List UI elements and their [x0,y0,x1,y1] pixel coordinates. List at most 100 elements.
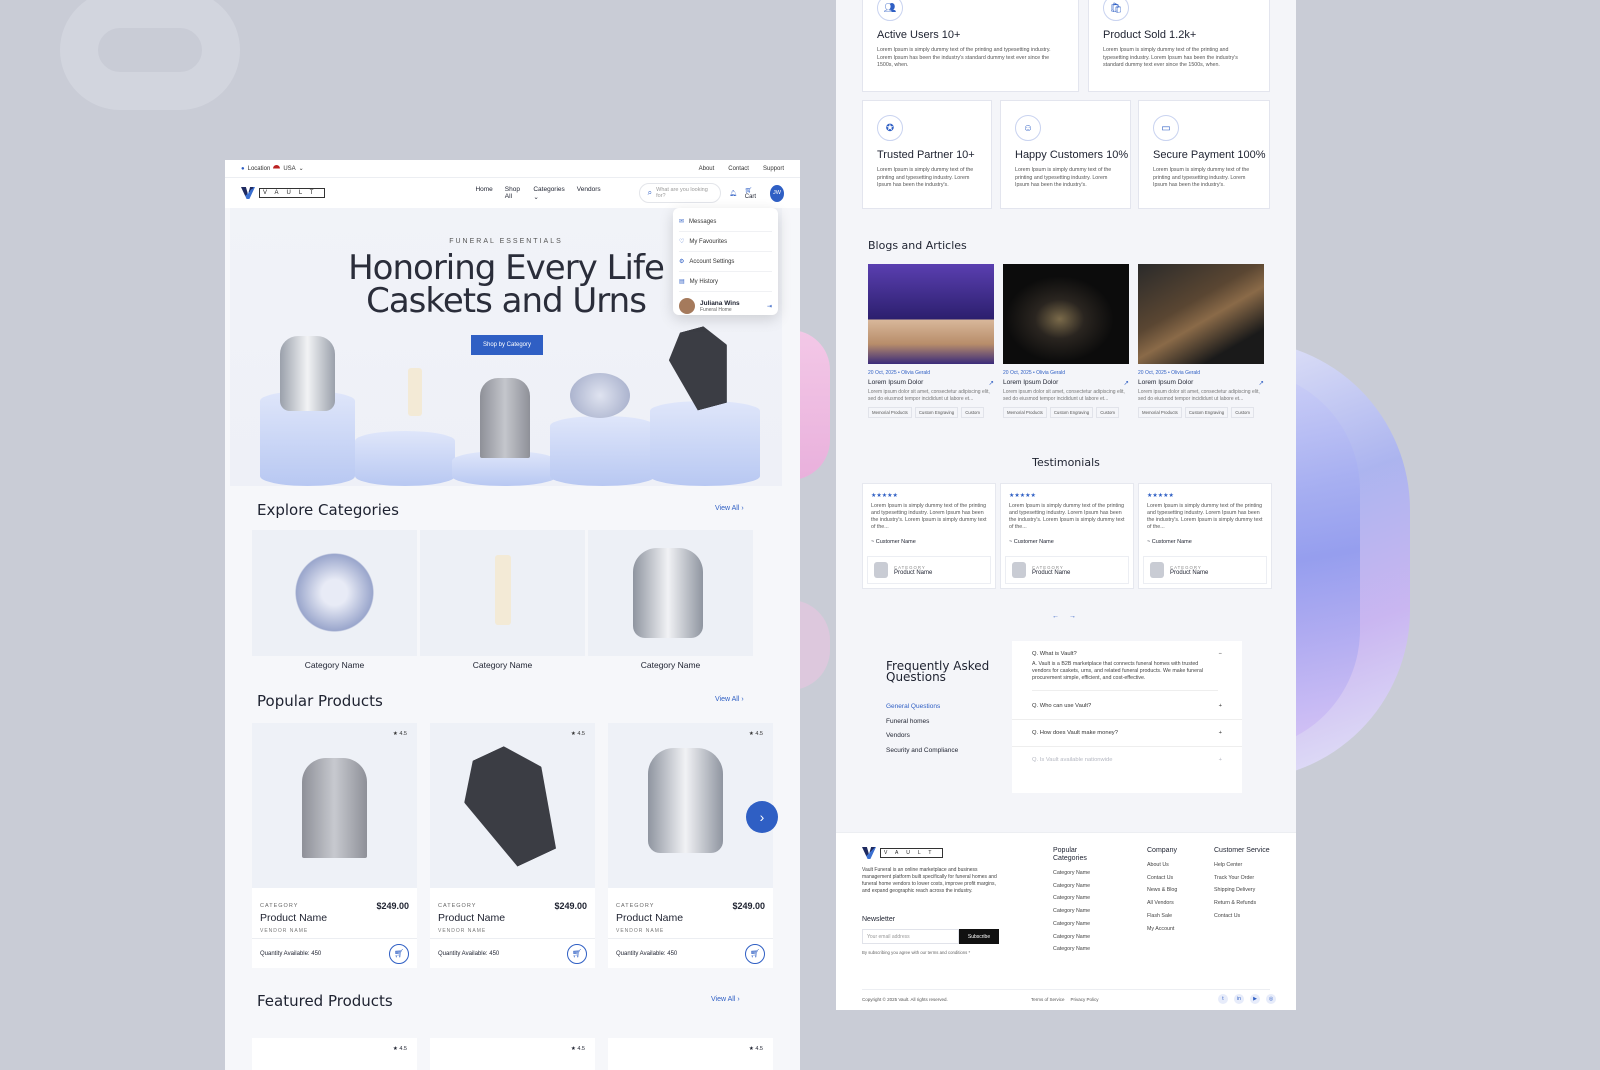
prev-arrow-icon[interactable]: ← [1052,613,1059,620]
product-card[interactable]: ★ 4.5 [430,1038,595,1070]
email-field[interactable]: Your email address [862,929,959,944]
nav-categories[interactable]: Categories ⌄ [533,186,564,201]
add-to-cart-button[interactable]: 🛒︎ [567,943,587,964]
faq-category-vendors[interactable]: Vendors [886,729,958,744]
privacy-link[interactable]: Privacy Policy [1071,997,1099,1002]
stat-card: ✪ Trusted Partner 10+ Lorem Ipsum is sim… [862,100,992,209]
pin-icon: ● [241,165,245,172]
instagram-icon[interactable]: ◎ [1266,994,1276,1004]
faq-category-general[interactable]: General Questions [886,700,958,715]
logout-icon[interactable]: ⇥ [767,303,772,310]
next-arrow-icon[interactable]: → [1069,613,1076,620]
product-card[interactable]: ★ 4.5 [608,1038,773,1070]
contact-link[interactable]: Contact [728,166,749,172]
smile-icon: ☺ [1015,115,1041,141]
blog-card[interactable]: 20 Oct, 2025 • Olivia Gerald Lorem Ipsum… [868,264,994,418]
quantity-available: Quantity Available: 450 [616,950,678,957]
brand-logo[interactable]: VAULT [241,187,326,199]
user-role: Funeral Home [700,306,732,313]
about-page-mockup: 👥︎ Active Users 10+ Lorem Ipsum is simpl… [836,0,1296,1010]
stat-description: Lorem Ipsum is simply dummy text of the … [877,47,1051,68]
category-card[interactable] [588,530,753,656]
customer-name: ~ Customer Name [871,539,916,545]
testimonial-product[interactable]: CATEGORY Product Name [1143,556,1267,584]
blog-card[interactable]: 20 Oct, 2025 • Olivia Gerald Lorem Ipsum… [1138,264,1264,418]
arrow-up-right-icon: ↗ [1123,380,1129,387]
testimonial-text: Lorem Ipsum is simply dummy text of the … [1009,503,1125,530]
view-all-popular-link[interactable]: View All › [715,696,744,703]
product-card[interactable]: ★ 4.5 $249.00 CATEGORY Product Name VEND… [252,723,417,968]
blog-title: Lorem Ipsum Dolor [868,379,924,386]
add-to-cart-button[interactable]: 🛒︎ [745,943,765,964]
linkedin-icon[interactable]: in [1234,994,1244,1004]
rating-badge: ★ 4.5 [570,731,585,737]
faq-question[interactable]: Q. Is Vault available nationwide + [1012,757,1242,763]
faq-question[interactable]: Q. Who can use Vault? + [1012,703,1242,720]
stat-title: Happy Customers 10% [1015,149,1129,161]
chat-icon: ✉ [679,219,685,225]
copyright: Copyright © 2025 Vault. All rights reser… [862,997,948,1002]
nav-home[interactable]: Home [475,186,492,201]
product-card[interactable]: ★ 4.5 [252,1038,417,1070]
blog-excerpt: Lorem ipsum dolor sit amet, consectetur … [1138,389,1260,402]
cart-icon: 🛒︎ [571,949,583,958]
search-icon: ⌕ [647,188,653,197]
search-input[interactable]: ⌕ What are you looking for? [638,183,722,203]
location-selector[interactable]: ● Location USA ⌄ [241,165,304,172]
menu-item-messages[interactable]: ✉ Messages [679,212,772,232]
view-all-featured-link[interactable]: View All › [711,996,740,1003]
about-link[interactable]: About [699,166,715,172]
plus-icon: + [1218,757,1222,763]
support-link[interactable]: Support [763,166,784,172]
twitter-icon[interactable]: t [1218,994,1228,1004]
testimonial-product[interactable]: CATEGORY Product Name [1005,556,1129,584]
carousel-next-button[interactable]: › [746,801,778,833]
blog-card[interactable]: 20 Oct, 2025 • Olivia Gerald Lorem Ipsum… [1003,264,1129,418]
menu-item-account-settings[interactable]: ⚙ Account Settings [679,252,772,272]
stat-title: Secure Payment 100% [1153,149,1266,161]
terms-link[interactable]: Terms of Service [1031,997,1065,1002]
faq-category-funeral-homes[interactable]: Funeral homes [886,715,958,730]
view-all-categories-link[interactable]: View All › [715,505,744,512]
product-name: Product Name [438,912,506,924]
user-name: Juliana Wins [700,299,740,307]
vendor-name: VENDOR NAME [260,928,309,934]
faq-question[interactable]: Q. How does Vault make money? + [1012,730,1242,747]
youtube-icon[interactable]: ▶ [1250,994,1260,1004]
stat-card: ☺ Happy Customers 10% Lorem Ipsum is sim… [1000,100,1131,209]
add-to-cart-button[interactable]: 🛒︎ [389,943,409,964]
cart-button[interactable]: 🛒︎ Cart [745,187,762,200]
history-icon: ▤ [679,279,685,285]
category-card[interactable] [420,530,585,656]
menu-item-history[interactable]: ▤ My History [679,272,772,292]
gear-icon: ⚙ [679,259,685,265]
menu-item-favourites[interactable]: ♡ My Favourites [679,232,772,252]
card-icon: ▭ [1153,115,1179,141]
faq-question-open[interactable]: Q. What is Vault? − [1012,651,1242,657]
stat-title: Trusted Partner 10+ [877,149,975,161]
star-rating: ★★★★★ [1009,493,1036,499]
product-card[interactable]: ★ 4.5 $249.00 CATEGORY Product Name VEND… [608,723,773,968]
avatar[interactable]: JW [769,184,784,202]
testimonial-product[interactable]: CATEGORY Product Name [867,556,991,584]
product-card[interactable]: ★ 4.5 $249.00 CATEGORY Product Name VEND… [430,723,595,968]
footer-logo[interactable]: VAULT [862,847,944,859]
footer-company: Company About Us Contact Us News & Blog … [1147,847,1178,932]
category-name: Category Name [472,660,533,670]
shop-by-category-button[interactable]: Shop by Category [471,335,543,355]
subscribe-button[interactable]: Subscribe [959,929,999,944]
urn-image [633,548,703,638]
product-thumbnail [874,562,888,578]
category-card[interactable] [252,530,417,656]
vendor-name: VENDOR NAME [438,928,487,934]
nav-shop-all[interactable]: Shop All [505,186,522,201]
avatar [679,298,695,314]
bell-icon[interactable]: 🔔︎ [729,190,737,197]
main-nav: VAULT Home Shop All Categories ⌄ Vendors… [225,178,800,208]
stat-card: 🛍︎ Product Sold 1.2k+ Lorem Ipsum is sim… [1088,0,1270,92]
rating-badge: ★ 4.5 [748,731,763,737]
nav-vendors[interactable]: Vendors [577,186,601,201]
product-name: Product Name [616,912,684,924]
faq-category-security[interactable]: Security and Compliance [886,744,958,759]
dropdown-user: Juliana Wins Funeral Home ⇥ [679,298,772,314]
